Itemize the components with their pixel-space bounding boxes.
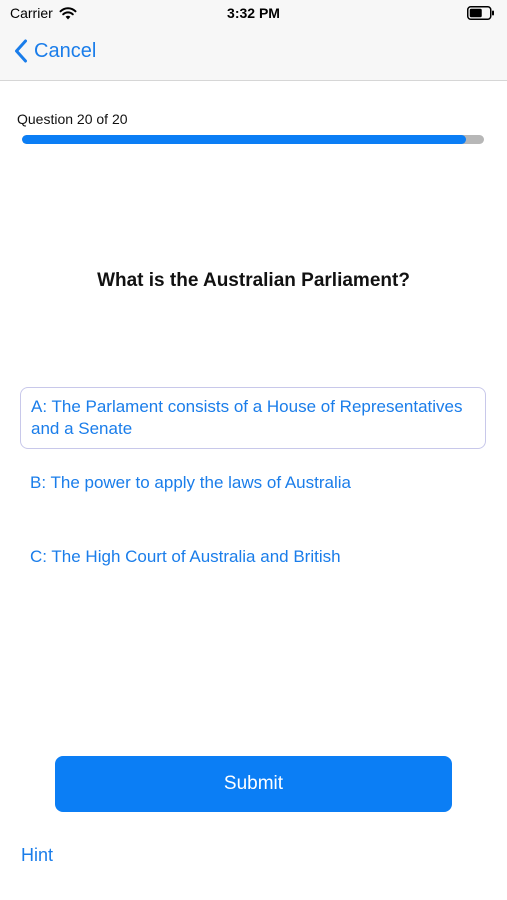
- question-title: What is the Australian Parliament?: [97, 270, 410, 291]
- question-counter: Question 20 of 20: [17, 111, 128, 127]
- chevron-left-icon: [15, 39, 27, 63]
- battery-icon: [467, 6, 494, 20]
- answer-option-b[interactable]: B: The power to apply the laws of Austra…: [20, 472, 486, 494]
- hint-button[interactable]: Hint: [21, 845, 53, 866]
- answer-option-c[interactable]: C: The High Court of Australia and Briti…: [20, 546, 486, 568]
- progress-bar-fill: [22, 135, 466, 144]
- navigation-bar: Cancel: [0, 28, 507, 81]
- submit-button[interactable]: Submit: [55, 756, 452, 812]
- cancel-button[interactable]: Cancel: [14, 39, 96, 63]
- answer-option-a[interactable]: A: The Parlament consists of a House of …: [20, 387, 486, 449]
- progress-bar: [22, 135, 484, 144]
- status-time: 3:32 PM: [227, 5, 280, 21]
- cancel-label: Cancel: [34, 39, 97, 62]
- status-bar: Carrier 3:32 PM: [0, 0, 507, 28]
